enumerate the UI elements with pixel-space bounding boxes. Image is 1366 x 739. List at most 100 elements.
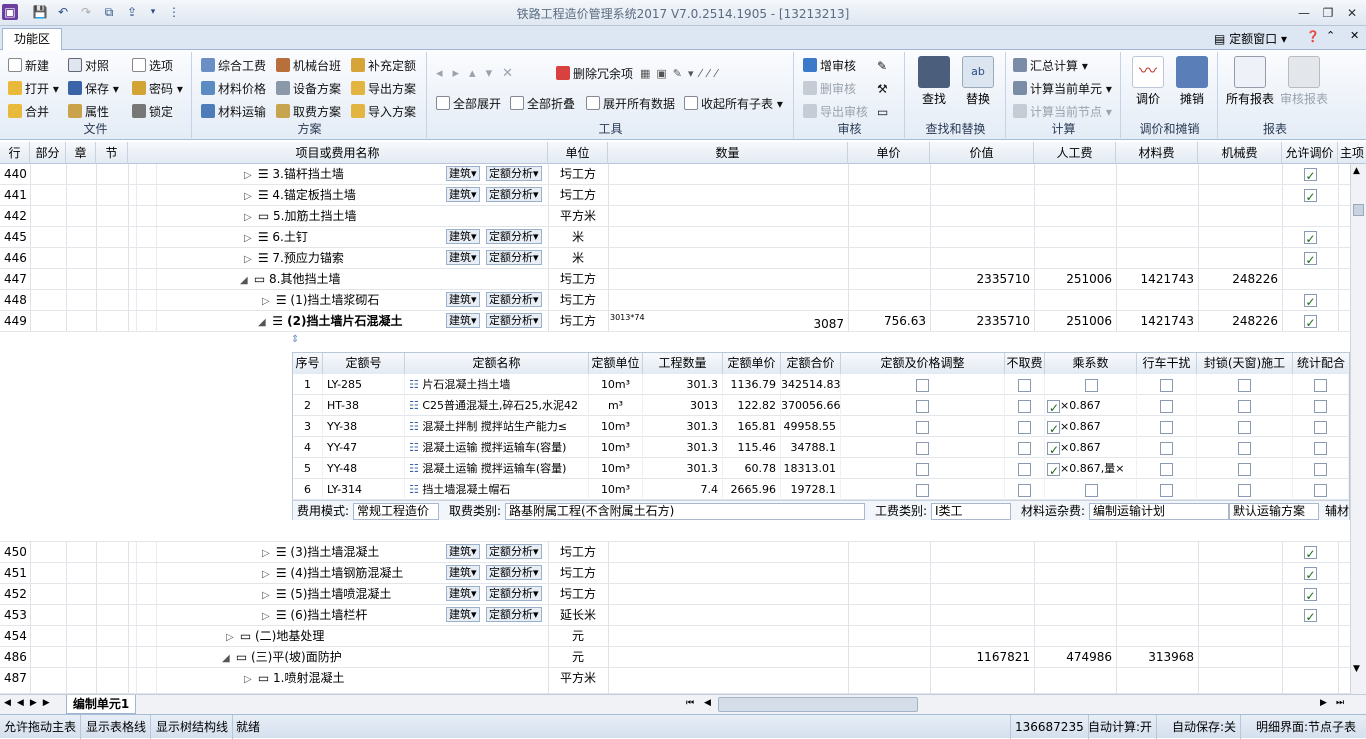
col-chapter[interactable]: 章 [66, 142, 96, 164]
stat-checkbox[interactable] [1293, 437, 1349, 458]
fee-mode-field[interactable]: 常规工程造价 [353, 503, 439, 520]
category-dropdown[interactable]: 建筑▾ [446, 565, 480, 580]
hscroll-last-icon[interactable]: ⏭ [1336, 698, 1344, 708]
col-machine[interactable]: 机械费 [1198, 142, 1282, 164]
tree-expand-icon[interactable]: ▷ [244, 669, 254, 689]
options-button[interactable]: 选项 [132, 56, 173, 76]
hscroll-thumb[interactable] [718, 697, 918, 712]
quota-analysis-dropdown[interactable]: 定额分析▾ [486, 229, 542, 244]
sub-col-traffic[interactable]: 行车干扰 [1137, 353, 1197, 374]
calc-node-button[interactable]: 计算当前节点 ▾ [1013, 102, 1112, 122]
mach-shift-button[interactable]: 机械台班 [276, 56, 341, 76]
row-name[interactable]: ▷ ☰ (6)挡土墙栏杆 [262, 605, 446, 626]
tree-collapse-icon[interactable]: ◢ [258, 312, 268, 332]
sub-col-name[interactable]: 定额名称 [405, 353, 589, 374]
category-dropdown[interactable]: 建筑▾ [446, 187, 480, 202]
sub-name[interactable]: ☷ 片石混凝土挡土墙 [405, 374, 589, 395]
sheet-nav-icons[interactable]: ◀◀▶▶ [4, 698, 56, 708]
row-name[interactable]: ▷ ☰ (3)挡土墙混凝土 [262, 542, 446, 563]
vertical-scrollbar[interactable]: ▲ ▼ [1350, 164, 1366, 694]
row-name[interactable]: ▷ ▭ (二)地基处理 [226, 626, 446, 647]
hscroll-right-icon[interactable]: ▶ [1320, 698, 1327, 708]
all-reports-button[interactable]: 所有报表 [1223, 56, 1277, 107]
sub-name[interactable]: ☷ 挡土墙混凝土帽石 [405, 479, 589, 500]
traffic-checkbox[interactable] [1137, 416, 1197, 437]
table-row[interactable]: 446 ▷ ☰ 7.预应力锚索 建筑▾ 定额分析▾ 米 [0, 248, 1350, 269]
coef-checkbox[interactable]: ×0.867,量× [1045, 458, 1137, 479]
table-row[interactable]: 486 ◢ ▭ (三)平(坡)面防护 元 1167821 474986 3139… [0, 647, 1350, 668]
open-button[interactable]: 打开 ▾ [8, 79, 59, 99]
table-row[interactable]: 452 ▷ ☰ (5)挡土墙喷混凝土 建筑▾ 定额分析▾ 圬工方 [0, 584, 1350, 605]
sub-col-adjust[interactable]: 定额及价格调整 [841, 353, 1005, 374]
tree-expand-icon[interactable]: ▷ [262, 291, 272, 311]
table-row[interactable]: 448 ▷ ☰ (1)挡土墙浆砌石 建筑▾ 定额分析▾ 圬工方 [0, 290, 1350, 311]
adjust-checkbox[interactable] [841, 479, 1005, 500]
col-qty[interactable]: 数量 [608, 142, 848, 164]
collapse-ribbon-icon[interactable]: ⌃ [1326, 29, 1335, 42]
coef-checkbox[interactable] [1045, 479, 1137, 500]
collapse-all-button[interactable]: 全部折叠 [510, 94, 575, 114]
export-scheme-button[interactable]: 导出方案 [351, 79, 416, 99]
mat-trans-button[interactable]: 材料运输 [201, 102, 266, 122]
sub-qty[interactable]: 301.3 [643, 458, 723, 479]
category-dropdown[interactable]: 建筑▾ [446, 292, 480, 307]
status-detail[interactable]: 明细界面:节点子表 [1252, 715, 1360, 739]
tree-collapse-icon[interactable]: ◢ [240, 270, 250, 290]
category-dropdown[interactable]: 建筑▾ [446, 586, 480, 601]
nofee-checkbox[interactable] [1005, 437, 1045, 458]
audit-edit-icon[interactable]: ✎ [877, 56, 887, 76]
adjust-checkbox[interactable] [841, 395, 1005, 416]
password-button[interactable]: 密码 ▾ [132, 79, 183, 99]
del-audit-button[interactable]: 删审核 [803, 79, 856, 99]
status-auto-save[interactable]: 自动保存:关 [1168, 715, 1242, 739]
audit-tool-icon[interactable]: ⚒ [877, 79, 888, 99]
labor-type-field[interactable]: I类工 [931, 503, 1011, 520]
comp-fee-button[interactable]: 综合工费 [201, 56, 266, 76]
tab-function-area[interactable]: 功能区 [2, 28, 62, 50]
row-name[interactable]: ▷ ☰ (4)挡土墙钢筋混凝土 [262, 563, 446, 584]
scroll-up-icon[interactable]: ▲ [1353, 166, 1360, 176]
category-dropdown[interactable]: 建筑▾ [446, 166, 480, 181]
table-row[interactable]: 450 ▷ ☰ (3)挡土墙混凝土 建筑▾ 定额分析▾ 圬工方 [0, 542, 1350, 563]
table-row[interactable]: 441 ▷ ☰ 4.锚定板挡土墙 建筑▾ 定额分析▾ 圬工方 [0, 185, 1350, 206]
minimize-icon[interactable]: — [1294, 4, 1314, 22]
stat-checkbox[interactable] [1293, 374, 1349, 395]
tree-expand-icon[interactable]: ▷ [244, 165, 254, 185]
stat-checkbox[interactable] [1293, 416, 1349, 437]
sub-name[interactable]: ☷ 混凝土拌制 搅拌站生产能力≤ [405, 416, 589, 437]
save-button[interactable]: 保存 ▾ [68, 79, 119, 99]
hscroll-first-icon[interactable]: ⏮ [686, 698, 694, 708]
audit-note-icon[interactable]: ▭ [877, 102, 888, 122]
subtable-row[interactable]: 3 YY-38 ☷ 混凝土拌制 搅拌站生产能力≤ 10m³ 301.3 165.… [293, 416, 1349, 437]
quota-analysis-dropdown[interactable]: 定额分析▾ [486, 544, 542, 559]
add-audit-button[interactable]: 增审核 [803, 56, 856, 76]
category-dropdown[interactable]: 建筑▾ [446, 229, 480, 244]
adjust-checkbox[interactable] [841, 416, 1005, 437]
sub-col-seq[interactable]: 序号 [293, 353, 323, 374]
tree-expand-icon[interactable]: ▷ [262, 543, 272, 563]
sub-col-price[interactable]: 定额单价 [723, 353, 781, 374]
lock-checkbox[interactable] [1197, 479, 1293, 500]
sub-qty[interactable]: 301.3 [643, 374, 723, 395]
coef-checkbox[interactable] [1045, 374, 1137, 395]
mat-price-button[interactable]: 材料价格 [201, 79, 266, 99]
tree-expand-icon[interactable]: ▷ [244, 228, 254, 248]
tree-expand-icon[interactable]: ▷ [262, 564, 272, 584]
sub-col-lock[interactable]: 封锁(天窗)施工 [1197, 353, 1293, 374]
tree-collapse-icon[interactable]: ◢ [222, 648, 232, 668]
quota-analysis-dropdown[interactable]: 定额分析▾ [486, 292, 542, 307]
traffic-checkbox[interactable] [1137, 479, 1197, 500]
allow-adjust-checkbox[interactable] [1282, 290, 1338, 311]
lock-button[interactable]: 锁定 [132, 102, 173, 122]
hscroll-left-icon[interactable]: ◀ [704, 698, 711, 708]
subtable-row[interactable]: 6 LY-314 ☷ 挡土墙混凝土帽石 10m³ 7.4 2665.96 197… [293, 479, 1349, 500]
stat-checkbox[interactable] [1293, 395, 1349, 416]
col-material[interactable]: 材料费 [1116, 142, 1198, 164]
status-show-tree[interactable]: 显示树结构线 [152, 715, 234, 739]
col-main[interactable]: 主项 [1338, 142, 1366, 164]
sub-name[interactable]: ☷ 混凝土运输 搅拌运输车(容量) [405, 437, 589, 458]
table-row[interactable]: 445 ▷ ☰ 6.土钉 建筑▾ 定额分析▾ 米 [0, 227, 1350, 248]
allow-adjust-checkbox[interactable] [1282, 227, 1338, 248]
audit-report-button[interactable]: 审核报表 [1277, 56, 1331, 107]
coef-checkbox[interactable]: ×0.867 [1045, 437, 1137, 458]
